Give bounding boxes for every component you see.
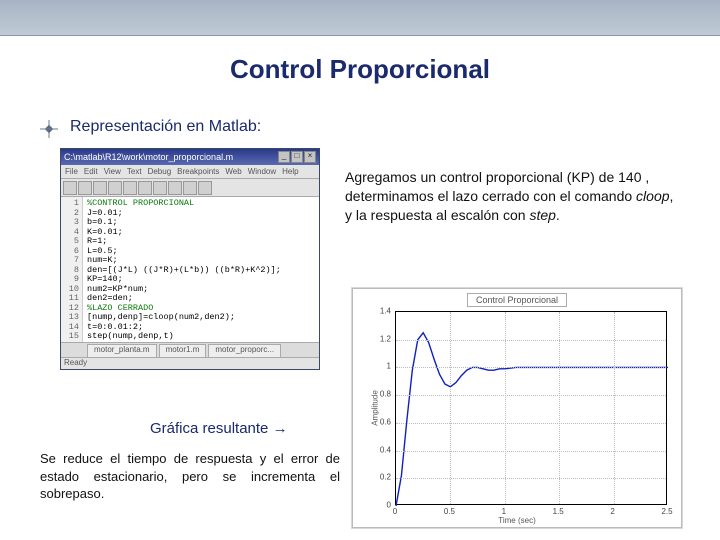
menu-item[interactable]: File <box>65 167 78 176</box>
desc-part: . <box>556 207 560 223</box>
file-tab[interactable]: motor1.m <box>159 344 207 357</box>
y-axis-label: Amplitude <box>370 390 379 426</box>
code-area: 12345678910111213141516 %CONTROL PROPORC… <box>61 197 319 343</box>
close-icon[interactable]: × <box>304 151 316 163</box>
menu-item[interactable]: Window <box>248 167 276 176</box>
subtitle: Representación en Matlab: <box>70 118 261 136</box>
y-tick: 0.6 <box>380 417 391 426</box>
desc-cmd: cloop <box>636 188 669 204</box>
menu-item[interactable]: Edit <box>84 167 98 176</box>
header-bar <box>0 0 720 36</box>
window-buttons: _ □ × <box>278 151 316 163</box>
window-path: C:\matlab\R12\work\motor_proporcional.m <box>64 152 233 162</box>
conclusion-text: Se reduce el tiempo de respuesta y el er… <box>40 450 340 503</box>
file-tabs[interactable]: motor_planta.mmotor1.mmotor_proporc... <box>61 343 319 357</box>
status-text: Ready <box>64 358 87 369</box>
desc-cmd: step <box>529 207 555 223</box>
x-axis-label: Time (sec) <box>498 516 535 525</box>
x-tick: 0 <box>393 507 397 516</box>
x-tick: 2.5 <box>661 507 672 516</box>
menu-item[interactable]: Web <box>225 167 241 176</box>
y-tick: 0.4 <box>380 445 391 454</box>
x-tick: 2 <box>610 507 614 516</box>
matlab-editor-window: C:\matlab\R12\work\motor_proporcional.m … <box>60 148 320 370</box>
toolbar[interactable] <box>61 179 319 197</box>
description-text: Agregamos un control proporcional (KP) d… <box>345 168 680 225</box>
y-tick: 0.2 <box>380 473 391 482</box>
menu-item[interactable]: Help <box>282 167 298 176</box>
caption-text: Gráfica resultante <box>150 420 268 437</box>
y-tick: 1 <box>387 362 391 371</box>
file-tab[interactable]: motor_proporc... <box>208 344 281 357</box>
chart-caption: Gráfica resultante → <box>150 420 288 437</box>
status-bar: Ready <box>61 357 319 369</box>
menu-item[interactable]: View <box>104 167 121 176</box>
x-tick: 1.5 <box>553 507 564 516</box>
y-tick: 1.4 <box>380 307 391 316</box>
arrow-icon: → <box>273 420 288 437</box>
response-chart: Control Proporcional Amplitude Time (sec… <box>352 288 682 528</box>
line-gutter: 12345678910111213141516 <box>61 197 83 342</box>
menu-item[interactable]: Breakpoints <box>177 167 219 176</box>
desc-part: Agregamos un control proporcional (KP) d… <box>345 169 649 204</box>
menu-item[interactable]: Debug <box>148 167 172 176</box>
minimize-icon[interactable]: _ <box>278 151 290 163</box>
bullet-icon <box>40 120 58 138</box>
menu-item[interactable]: Text <box>127 167 142 176</box>
x-tick: 0.5 <box>444 507 455 516</box>
window-titlebar: C:\matlab\R12\work\motor_proporcional.m … <box>61 149 319 165</box>
step-curve <box>396 312 666 504</box>
chart-title: Control Proporcional <box>467 293 567 307</box>
plot-area <box>395 311 667 505</box>
code-lines: %CONTROL PROPORCIONALJ=0.01;b=0.1;K=0.01… <box>83 197 281 342</box>
file-tab[interactable]: motor_planta.m <box>87 344 157 357</box>
y-tick: 0.8 <box>380 390 391 399</box>
page-title: Control Proporcional <box>0 54 720 85</box>
menu-bar[interactable]: File Edit View Text Debug Breakpoints Web Windo… <box>61 165 319 179</box>
x-tick: 1 <box>502 507 506 516</box>
y-tick: 1.2 <box>380 334 391 343</box>
y-tick: 0 <box>387 501 391 510</box>
maximize-icon[interactable]: □ <box>291 151 303 163</box>
